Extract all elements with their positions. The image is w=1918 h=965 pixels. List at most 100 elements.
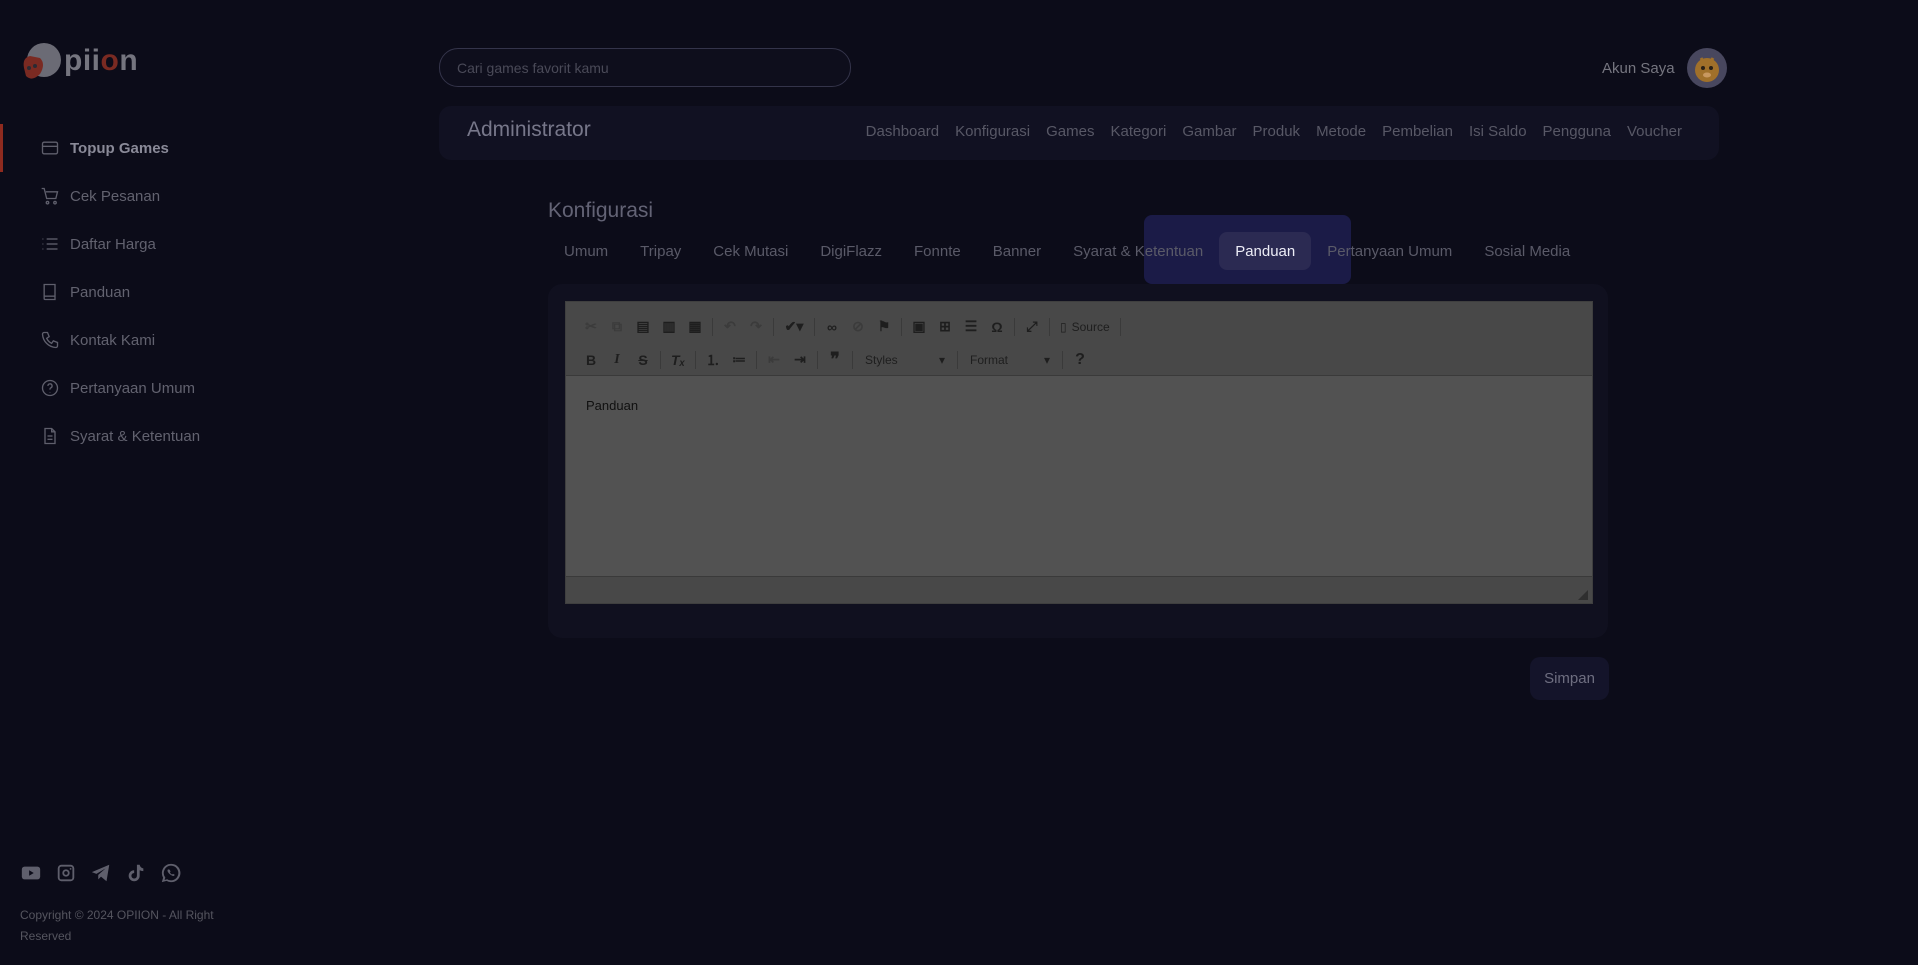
help-button[interactable]: ? — [1067, 348, 1093, 372]
account-menu[interactable]: Akun Saya — [1602, 48, 1727, 88]
spellcheck-icon[interactable]: ✔▾ — [778, 315, 810, 339]
redo-icon[interactable]: ↷ — [743, 315, 769, 339]
sidebar-item-daftar-harga[interactable]: Daftar Harga — [0, 220, 300, 268]
admin-menu-produk[interactable]: Produk — [1253, 123, 1301, 140]
tab-cek-mutasi[interactable]: Cek Mutasi — [697, 232, 804, 270]
save-button[interactable]: Simpan — [1530, 657, 1609, 700]
paste-icon[interactable]: ▤ — [630, 315, 656, 339]
tab-fonnte[interactable]: Fonnte — [898, 232, 977, 270]
admin-menu-isi-saldo[interactable]: Isi Saldo — [1469, 123, 1527, 140]
toolbar-separator — [814, 317, 815, 336]
special-char-icon[interactable]: Ω — [984, 315, 1010, 339]
toolbar-separator — [660, 350, 661, 369]
sidebar-item-pertanyaan-umum[interactable]: Pertanyaan Umum — [0, 364, 300, 412]
tab-panduan[interactable]: Panduan — [1219, 232, 1312, 270]
list-icon — [42, 238, 58, 250]
phone-icon — [41, 331, 59, 349]
sidebar-item-label: Syarat & Ketentuan — [70, 427, 201, 445]
toolbar-separator — [1014, 317, 1015, 336]
admin-menu-games[interactable]: Games — [1046, 123, 1094, 140]
tab-umum[interactable]: Umum — [548, 232, 624, 270]
admin-menu-voucher[interactable]: Voucher — [1627, 123, 1682, 140]
tab-pertanyaan-umum[interactable]: Pertanyaan Umum — [1311, 232, 1468, 270]
bold-icon[interactable]: B — [578, 348, 604, 372]
chevron-down-icon: ▾ — [938, 352, 945, 367]
cut-icon[interactable]: ✂ — [578, 315, 604, 339]
undo-icon[interactable]: ↶ — [717, 315, 743, 339]
styles-label: Styles — [865, 352, 898, 367]
editor-toolbar: ✂ ⧉ ▤ ▥ ▦ ↶ ↷ ✔▾ ∞ ⊘ ⚑ ▣ ⊞ ☰ Ω ⤢ ▯ Sourc… — [566, 302, 1592, 376]
italic-icon[interactable]: I — [604, 348, 630, 372]
link-icon[interactable]: ∞ — [819, 315, 845, 339]
sidebar-item-cek-pesanan[interactable]: Cek Pesanan — [0, 172, 300, 220]
editor-content[interactable]: Panduan — [566, 376, 1592, 576]
toolbar-separator — [957, 350, 958, 369]
source-button[interactable]: ▯ Source — [1054, 320, 1116, 334]
whatsapp-icon[interactable] — [160, 862, 182, 884]
tab-syarat-ketentuan[interactable]: Syarat & Ketentuan — [1057, 232, 1219, 270]
youtube-icon[interactable] — [20, 862, 42, 884]
sidebar-item-label: Pertanyaan Umum — [70, 379, 196, 397]
tab-digiflazz[interactable]: DigiFlazz — [804, 232, 898, 270]
format-label: Format — [970, 352, 1009, 367]
avatar[interactable] — [1686, 48, 1727, 88]
sidebar-item-label: Daftar Harga — [70, 235, 156, 253]
sidebar-item-topup-games[interactable]: Topup Games — [0, 124, 300, 172]
sidebar-item-label: Cek Pesanan — [70, 187, 161, 205]
config-tabs: Umum Tripay Cek Mutasi DigiFlazz Fonnte … — [548, 232, 1586, 270]
strikethrough-icon[interactable]: S — [630, 348, 656, 372]
search-input[interactable] — [439, 48, 851, 87]
toolbar-separator — [901, 317, 902, 336]
toolbar-separator — [1119, 317, 1121, 336]
paste-text-icon[interactable]: ▥ — [656, 315, 682, 339]
sidebar-nav: Topup Games Cek Pesanan Daftar Harga Pan… — [0, 124, 300, 460]
admin-menu-konfigurasi[interactable]: Konfigurasi — [955, 123, 1030, 140]
format-dropdown[interactable]: Format ▾ — [962, 348, 1058, 372]
sidebar-item-syarat-ketentuan[interactable]: Syarat & Ketentuan — [0, 412, 300, 460]
card-icon — [41, 141, 59, 155]
bulleted-list-icon[interactable]: ≔ — [726, 348, 752, 372]
blockquote-icon[interactable]: ❞ — [822, 348, 848, 372]
table-icon[interactable]: ⊞ — [932, 315, 958, 339]
maximize-icon[interactable]: ⤢ — [1019, 315, 1045, 339]
styles-dropdown[interactable]: Styles ▾ — [857, 348, 953, 372]
copyright-text: Copyright © 2024 OPIION - All Right Rese… — [20, 908, 214, 943]
admin-menu-gambar[interactable]: Gambar — [1182, 123, 1236, 140]
tab-sosial-media[interactable]: Sosial Media — [1468, 232, 1586, 270]
tab-banner[interactable]: Banner — [977, 232, 1057, 270]
sidebar-item-kontak-kami[interactable]: Kontak Kami — [0, 316, 300, 364]
cart-icon — [41, 187, 59, 205]
indent-icon[interactable]: ⇥ — [787, 348, 813, 372]
toolbar-separator — [756, 350, 757, 369]
toolbar-separator — [1062, 350, 1063, 369]
numbered-list-icon[interactable]: ⒈ — [700, 348, 726, 372]
brand-logo[interactable]: piion — [20, 38, 138, 84]
sidebar-item-label: Topup Games — [70, 139, 169, 157]
admin-menu-dashboard[interactable]: Dashboard — [866, 123, 939, 140]
sidebar-item-panduan[interactable]: Panduan — [0, 268, 300, 316]
telegram-icon[interactable] — [90, 862, 112, 884]
admin-menu-pengguna[interactable]: Pengguna — [1543, 123, 1611, 140]
paste-word-icon[interactable]: ▦ — [682, 315, 708, 339]
copy-icon[interactable]: ⧉ — [604, 315, 630, 339]
tab-tripay[interactable]: Tripay — [624, 232, 697, 270]
admin-menu-pembelian[interactable]: Pembelian — [1382, 123, 1453, 140]
outdent-icon[interactable]: ⇤ — [761, 348, 787, 372]
admin-menu-kategori[interactable]: Kategori — [1110, 123, 1166, 140]
instagram-icon[interactable] — [55, 862, 77, 884]
tiktok-icon[interactable] — [125, 862, 147, 884]
horizontal-line-icon[interactable]: ☰ — [958, 315, 984, 339]
resize-handle-icon[interactable] — [1578, 590, 1588, 600]
anchor-flag-icon[interactable]: ⚑ — [871, 315, 897, 339]
image-icon[interactable]: ▣ — [906, 315, 932, 339]
admin-menu: Dashboard Konfigurasi Games Kategori Gam… — [866, 123, 1682, 140]
unlink-icon[interactable]: ⊘ — [845, 315, 871, 339]
remove-format-icon[interactable]: Tₓ — [665, 348, 691, 372]
toolbar-separator — [1049, 317, 1050, 336]
admin-menu-metode[interactable]: Metode — [1316, 123, 1366, 140]
sidebar-item-label: Panduan — [70, 283, 131, 301]
source-label: Source — [1071, 319, 1110, 334]
rich-text-editor: ✂ ⧉ ▤ ▥ ▦ ↶ ↷ ✔▾ ∞ ⊘ ⚑ ▣ ⊞ ☰ Ω ⤢ ▯ Sourc… — [565, 301, 1593, 604]
source-icon: ▯ — [1060, 319, 1067, 334]
sidebar-item-label: Kontak Kami — [70, 331, 156, 349]
